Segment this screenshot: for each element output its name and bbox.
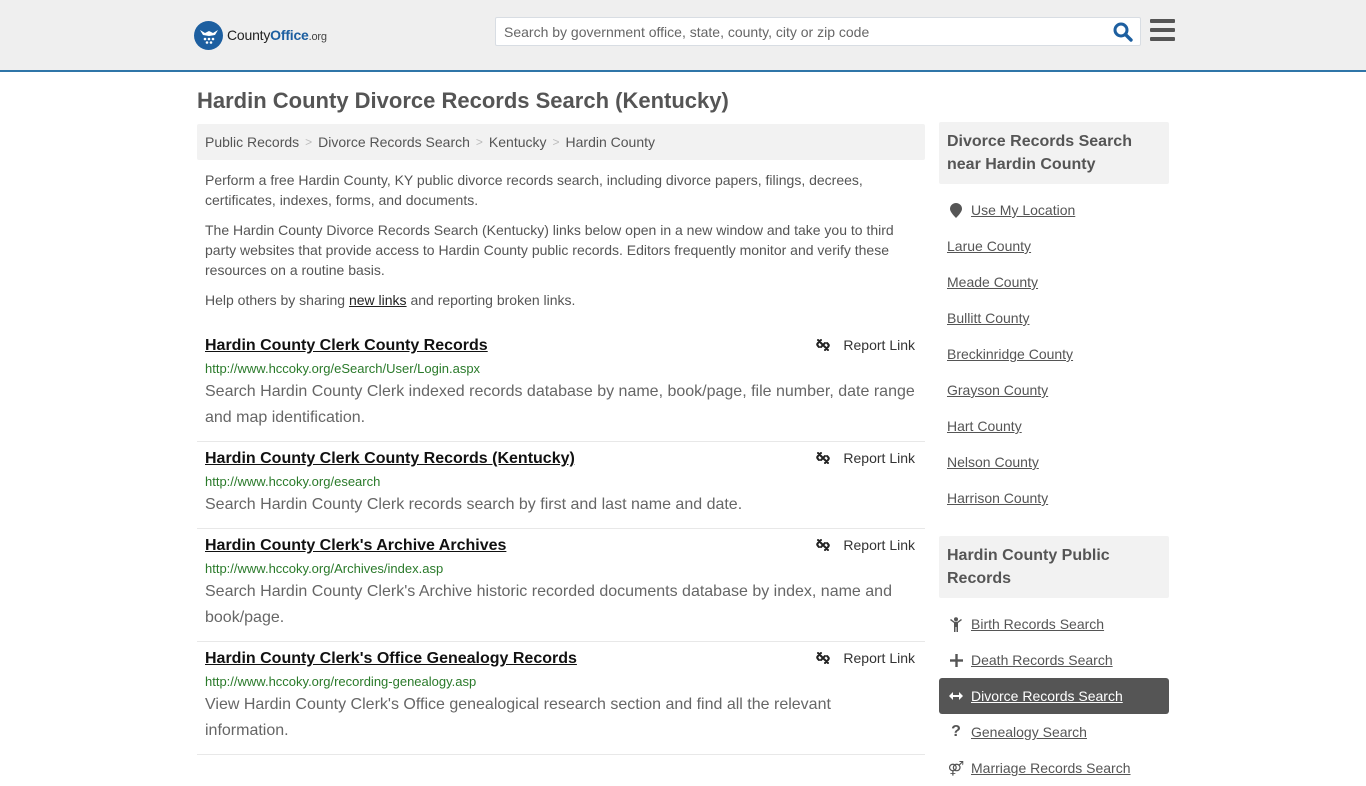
county-link[interactable]: Harrison County — [947, 490, 1048, 506]
nearby-county-item: Breckinridge County — [939, 336, 1169, 372]
arrows-h-icon — [947, 691, 965, 701]
search-input[interactable] — [496, 18, 1096, 45]
menu-bar-icon — [1150, 37, 1175, 41]
nearby-county-item: Meade County — [939, 264, 1169, 300]
search-bar — [495, 17, 1141, 46]
sidebar-item-marriage-records[interactable]: ⚤ Marriage Records Search — [939, 750, 1169, 786]
report-link-button[interactable]: Report Link — [815, 450, 915, 466]
nearby-county-item: Nelson County — [939, 444, 1169, 480]
result-title-link[interactable]: Hardin County Clerk's Office Genealogy R… — [205, 648, 577, 670]
result-description: Search Hardin County Clerk indexed recor… — [205, 383, 915, 426]
eagle-logo-icon — [194, 20, 223, 50]
share-links-paragraph: Help others by sharing new links and rep… — [205, 292, 576, 308]
result-url[interactable]: http://www.hccoky.org/Archives/index.asp — [205, 559, 917, 579]
nearby-county-item: Bullitt County — [939, 300, 1169, 336]
county-link[interactable]: Grayson County — [947, 382, 1048, 398]
sidebar: Divorce Records Search near Hardin Count… — [939, 122, 1169, 786]
logo-wordmark: CountyOffice.org — [227, 27, 327, 43]
site-header: CountyOffice.org — [0, 0, 1366, 72]
result-url[interactable]: http://www.hccoky.org/recording-genealog… — [205, 672, 917, 692]
death-records-link[interactable]: Death Records Search — [971, 652, 1113, 668]
child-icon — [947, 616, 965, 632]
report-link-button[interactable]: Report Link — [815, 337, 915, 353]
breadcrumb-separator: > — [475, 135, 483, 149]
breadcrumb-hardin-county[interactable]: Hardin County — [566, 134, 656, 150]
county-link[interactable]: Meade County — [947, 274, 1038, 290]
sidebar-item-divorce-records[interactable]: Divorce Records Search — [939, 678, 1169, 714]
result-url[interactable]: http://www.hccoky.org/esearch — [205, 472, 917, 492]
nearby-county-item: Harrison County — [939, 480, 1169, 516]
genealogy-link[interactable]: Genealogy Search — [971, 724, 1087, 740]
nearby-county-item: Grayson County — [939, 372, 1169, 408]
breadcrumb-separator: > — [552, 135, 560, 149]
sidebar-item-birth-records[interactable]: Birth Records Search — [939, 606, 1169, 642]
result-title-link[interactable]: Hardin County Clerk's Archive Archives — [205, 535, 506, 557]
search-icon — [1113, 22, 1133, 42]
sidebar-item-genealogy[interactable]: ? Genealogy Search — [939, 714, 1169, 750]
result-title-link[interactable]: Hardin County Clerk County Records — [205, 335, 488, 357]
menu-bar-icon — [1150, 28, 1175, 32]
nearby-heading: Divorce Records Search near Hardin Count… — [939, 122, 1169, 184]
result-item: Hardin County Clerk County Records (Kent… — [197, 442, 925, 529]
intro-paragraph: The Hardin County Divorce Records Search… — [205, 222, 894, 278]
result-description: Search Hardin County Clerk records searc… — [205, 496, 743, 513]
county-link[interactable]: Hart County — [947, 418, 1022, 434]
result-item: Hardin County Clerk's Office Genealogy R… — [197, 642, 925, 755]
result-item: Hardin County Clerk's Archive Archives R… — [197, 529, 925, 642]
nearby-counties-list: Use My Location Larue County Meade Count… — [939, 192, 1169, 516]
page-title: Hardin County Divorce Records Search (Ke… — [197, 88, 729, 113]
hamburger-menu-button[interactable] — [1150, 19, 1175, 43]
new-links-link[interactable]: new links — [349, 292, 407, 308]
breadcrumb-public-records[interactable]: Public Records — [205, 134, 299, 150]
use-location-item: Use My Location — [939, 192, 1169, 228]
result-description: View Hardin County Clerk's Office geneal… — [205, 696, 831, 739]
menu-bar-icon — [1150, 19, 1175, 23]
breadcrumb-kentucky[interactable]: Kentucky — [489, 134, 547, 150]
result-description: Search Hardin County Clerk's Archive his… — [205, 583, 892, 626]
plus-icon — [947, 653, 965, 667]
result-url[interactable]: http://www.hccoky.org/eSearch/User/Login… — [205, 359, 917, 379]
public-records-list: Birth Records Search Death Records Searc… — [939, 606, 1169, 786]
site-logo[interactable]: CountyOffice.org — [194, 20, 327, 50]
breadcrumb-divorce-records[interactable]: Divorce Records Search — [318, 134, 470, 150]
public-records-heading: Hardin County Public Records — [939, 536, 1169, 598]
report-link-button[interactable]: Report Link — [815, 537, 915, 553]
search-button[interactable] — [1112, 21, 1134, 43]
intro-paragraph: Perform a free Hardin County, KY public … — [205, 172, 863, 208]
nearby-county-item: Larue County — [939, 228, 1169, 264]
map-marker-icon — [947, 202, 965, 218]
nearby-county-item: Hart County — [939, 408, 1169, 444]
breadcrumb-separator: > — [305, 135, 313, 149]
county-link[interactable]: Larue County — [947, 238, 1031, 254]
divorce-records-link[interactable]: Divorce Records Search — [971, 688, 1123, 704]
question-icon: ? — [951, 723, 961, 740]
birth-records-link[interactable]: Birth Records Search — [971, 616, 1104, 632]
report-link-button[interactable]: Report Link — [815, 650, 915, 666]
breadcrumb: Public Records > Divorce Records Search … — [197, 124, 925, 160]
main-content: Public Records > Divorce Records Search … — [197, 124, 925, 755]
marriage-records-link[interactable]: Marriage Records Search — [971, 760, 1131, 776]
county-link[interactable]: Bullitt County — [947, 310, 1029, 326]
broken-link-icon — [816, 339, 831, 351]
result-title-link[interactable]: Hardin County Clerk County Records (Kent… — [205, 448, 575, 470]
sidebar-item-death-records[interactable]: Death Records Search — [939, 642, 1169, 678]
county-link[interactable]: Breckinridge County — [947, 346, 1073, 362]
broken-link-icon — [816, 452, 831, 464]
venus-mars-icon: ⚤ — [947, 759, 965, 776]
county-link[interactable]: Nelson County — [947, 454, 1039, 470]
intro-text: Perform a free Hardin County, KY public … — [197, 170, 925, 310]
result-item: Hardin County Clerk County Records Repor… — [197, 329, 925, 442]
results-list: Hardin County Clerk County Records Repor… — [197, 329, 925, 755]
use-my-location-link[interactable]: Use My Location — [971, 202, 1075, 218]
broken-link-icon — [816, 652, 831, 664]
broken-link-icon — [816, 539, 831, 551]
